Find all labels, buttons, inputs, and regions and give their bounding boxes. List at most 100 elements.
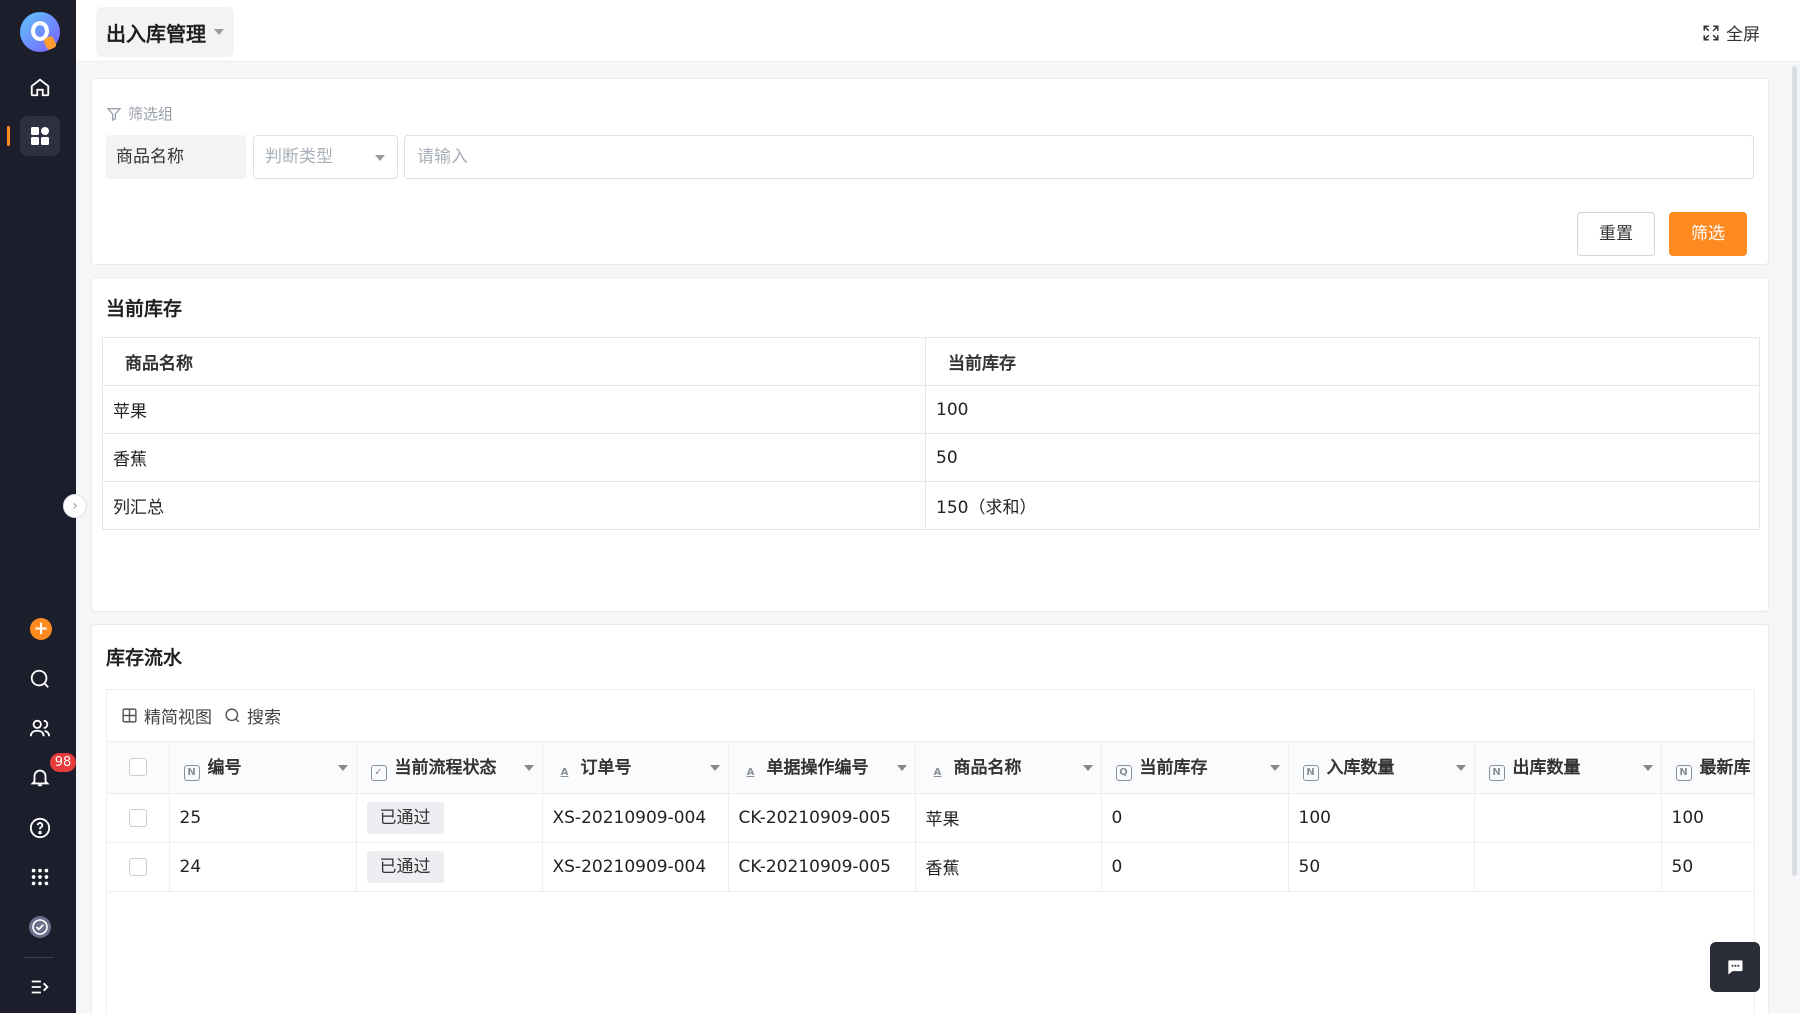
table-row: 苹果 100	[102, 385, 1760, 434]
column-header-out[interactable]: N 出库数量	[1474, 742, 1662, 794]
filter-group-header: 筛选组	[106, 103, 173, 124]
sidebar-divider	[24, 957, 54, 958]
grid-toolbar: 精简视图 搜索	[106, 689, 1755, 741]
users-icon[interactable]	[20, 708, 60, 748]
help-icon[interactable]	[20, 808, 60, 848]
stock-table: 商品名称 当前库存 苹果 100 香蕉 50 列汇总 150（求和）	[102, 337, 1760, 530]
condition-type-select[interactable]: 判断类型	[253, 135, 398, 179]
table-cell: 100	[1661, 793, 1754, 843]
table-cell: 25	[169, 793, 357, 843]
chevron-down-icon[interactable]	[896, 765, 907, 771]
table-cell: 0	[1101, 793, 1289, 843]
chevron-down-icon[interactable]	[1269, 765, 1280, 771]
current-stock-panel: 当前库存 商品名称 当前库存 苹果 100 香蕉 50 列汇总 150（求和）	[91, 277, 1769, 612]
table-cell: 苹果	[915, 793, 1102, 843]
table-cell: 24	[169, 842, 357, 892]
table-icon	[122, 708, 137, 723]
text-field-icon: A	[560, 766, 569, 778]
column-header-status[interactable]: ✓ 当前流程状态	[356, 742, 543, 794]
grid-header-row: N 编号 ✓ 当前流程状态 A 订单号 A 单据操作编号 A 商品名称 Q 当前库存 N 入库…	[107, 742, 1754, 794]
app-logo[interactable]	[20, 12, 60, 52]
table-cell: 50	[925, 433, 1760, 482]
app-menu-icon[interactable]	[20, 857, 60, 897]
column-header-name[interactable]: A 商品名称	[915, 742, 1102, 794]
filter-icon	[106, 107, 122, 121]
filter-value-input[interactable]	[404, 135, 1754, 179]
filter-button[interactable]: 筛选	[1669, 212, 1747, 256]
number-field-icon: N	[1302, 765, 1319, 782]
top-bar: 出入库管理 全屏	[76, 0, 1800, 62]
row-select-cell	[107, 842, 170, 892]
page-title: 出入库管理	[106, 21, 206, 46]
page-title-dropdown[interactable]: 出入库管理	[96, 7, 234, 57]
fullscreen-label: 全屏	[1726, 25, 1760, 45]
column-label: 入库数量	[1326, 758, 1395, 779]
filter-field-name: 商品名称	[106, 135, 246, 179]
home-icon[interactable]	[20, 67, 60, 107]
table-cell: 香蕉	[102, 433, 926, 482]
collapse-sidebar-button[interactable]: ›	[63, 494, 87, 518]
grid-search-button[interactable]: 搜索	[224, 703, 281, 728]
status-badge: 已通过	[366, 801, 444, 834]
chevron-down-icon[interactable]	[1082, 765, 1093, 771]
column-label: 当前流程状态	[394, 758, 497, 779]
column-header-stock[interactable]: Q 当前库存	[1101, 742, 1289, 794]
text-field-icon: A	[933, 766, 942, 778]
compact-view-button[interactable]: 精简视图	[121, 703, 212, 728]
table-cell	[1474, 842, 1662, 892]
reset-button[interactable]: 重置	[1577, 212, 1655, 256]
chat-button[interactable]	[1710, 942, 1760, 992]
check-circle-icon[interactable]	[20, 907, 60, 947]
apps-grid-icon[interactable]	[20, 116, 60, 156]
chevron-down-icon	[375, 155, 385, 161]
page-scrollbar[interactable]	[1792, 66, 1797, 876]
column-header-doc[interactable]: A 单据操作编号	[728, 742, 916, 794]
grid-search-label: 搜索	[247, 708, 281, 728]
table-cell: 已通过	[356, 842, 543, 892]
table-row[interactable]: 25 已通过 XS-20210909-004 CK-20210909-005 苹…	[107, 793, 1754, 843]
active-indicator	[7, 126, 10, 146]
column-label: 单据操作编号	[766, 757, 869, 778]
column-label: 商品名称	[953, 757, 1022, 778]
row-checkbox[interactable]	[128, 808, 147, 827]
chevron-down-icon[interactable]	[1642, 765, 1653, 771]
filter-group-label: 筛选组	[128, 105, 174, 123]
lookup-field-icon: Q	[1115, 765, 1132, 782]
number-field-icon: N	[1488, 765, 1505, 782]
table-cell: 列汇总	[102, 481, 926, 530]
filter-panel: 筛选组 商品名称 判断类型 重置 筛选	[91, 78, 1769, 265]
summary-row: 列汇总 150（求和）	[102, 481, 1760, 530]
section-title: 当前库存	[106, 298, 183, 320]
column-header-id[interactable]: N 编号	[169, 742, 357, 794]
chat-icon	[1728, 960, 1743, 975]
search-icon[interactable]	[20, 659, 60, 699]
fullscreen-button[interactable]: 全屏	[1702, 20, 1760, 45]
fullscreen-icon	[1703, 25, 1719, 40]
add-icon[interactable]: +	[30, 618, 52, 640]
notification-badge: 98	[50, 753, 76, 772]
chevron-down-icon[interactable]	[337, 765, 348, 771]
table-header-row: 商品名称 当前库存	[102, 337, 1760, 386]
table-cell: 0	[1101, 842, 1289, 892]
table-cell: 苹果	[102, 385, 926, 434]
table-cell: 已通过	[356, 793, 543, 843]
column-header-order[interactable]: A 订单号	[542, 742, 729, 794]
table-cell: 100	[1288, 793, 1475, 843]
column-header-in[interactable]: N 入库数量	[1288, 742, 1475, 794]
row-checkbox[interactable]	[128, 857, 147, 876]
column-label: 订单号	[580, 757, 632, 778]
chevron-down-icon[interactable]	[523, 765, 534, 771]
column-header-latest[interactable]: N 最新库	[1661, 742, 1754, 794]
chevron-down-icon[interactable]	[709, 765, 720, 771]
chevron-down-icon	[214, 29, 224, 35]
table-cell: 150（求和）	[925, 481, 1760, 530]
table-row[interactable]: 24 已通过 XS-20210909-004 CK-20210909-005 香…	[107, 842, 1754, 892]
search-icon	[225, 708, 240, 723]
column-label: 最新库	[1699, 758, 1751, 779]
column-header: 商品名称	[102, 337, 926, 386]
chevron-down-icon[interactable]	[1455, 765, 1466, 771]
select-all-cell	[107, 742, 170, 794]
select-all-checkbox[interactable]	[128, 758, 147, 777]
compact-view-label: 精简视图	[144, 708, 212, 728]
expand-icon[interactable]	[20, 967, 60, 1007]
